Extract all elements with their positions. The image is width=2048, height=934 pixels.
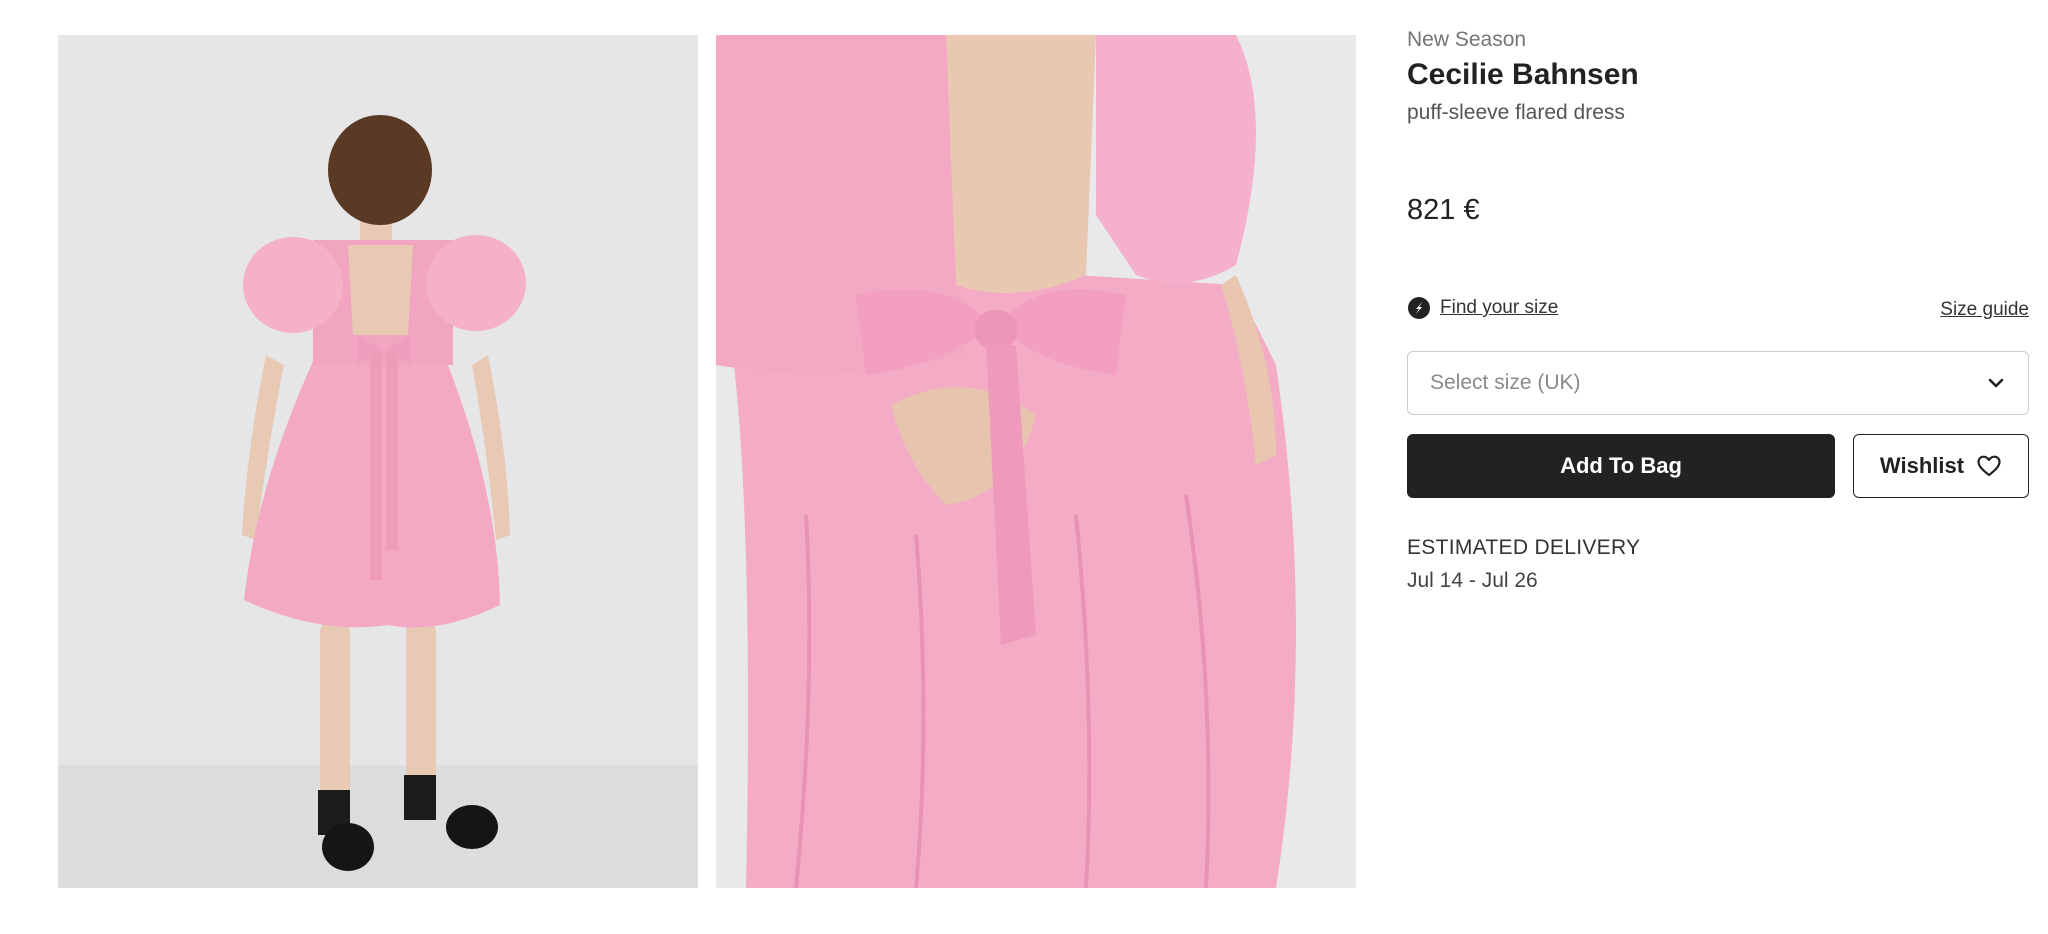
find-your-size-label: Find your size (1440, 297, 1559, 318)
dress-back-full-length-photo (58, 35, 698, 888)
size-guide-link[interactable]: Size guide (1940, 299, 2029, 321)
size-helpers-row: Find your size Size guide (1407, 296, 2029, 326)
estimated-delivery-title: ESTIMATED DELIVERY (1407, 536, 1641, 559)
estimated-delivery-dates: Jul 14 - Jul 26 (1407, 569, 1538, 592)
wishlist-button[interactable]: Wishlist (1853, 434, 2029, 498)
size-select-placeholder: Select size (UK) (1430, 371, 1581, 394)
chevron-down-icon (1986, 373, 2006, 393)
product-image-closeup[interactable] (716, 35, 1356, 888)
dress-back-closeup-photo (716, 35, 1356, 888)
size-select-dropdown[interactable]: Select size (UK) (1407, 351, 2029, 415)
product-price: 821 € (1407, 194, 1480, 226)
product-image-full-length[interactable] (58, 35, 698, 888)
wishlist-label: Wishlist (1879, 453, 1965, 478)
heart-icon (1976, 454, 2002, 478)
season-label: New Season (1407, 28, 1527, 51)
product-description: puff-sleeve flared dress (1407, 101, 1625, 124)
product-info-panel: New Season Cecilie Bahnsen puff-sleeve f… (1407, 0, 2029, 934)
find-your-size-link[interactable]: Find your size (1407, 296, 1558, 320)
size-finder-icon (1407, 296, 1431, 320)
brand-name[interactable]: Cecilie Bahnsen (1407, 58, 1639, 92)
add-to-bag-button[interactable]: Add To Bag (1407, 434, 1835, 498)
